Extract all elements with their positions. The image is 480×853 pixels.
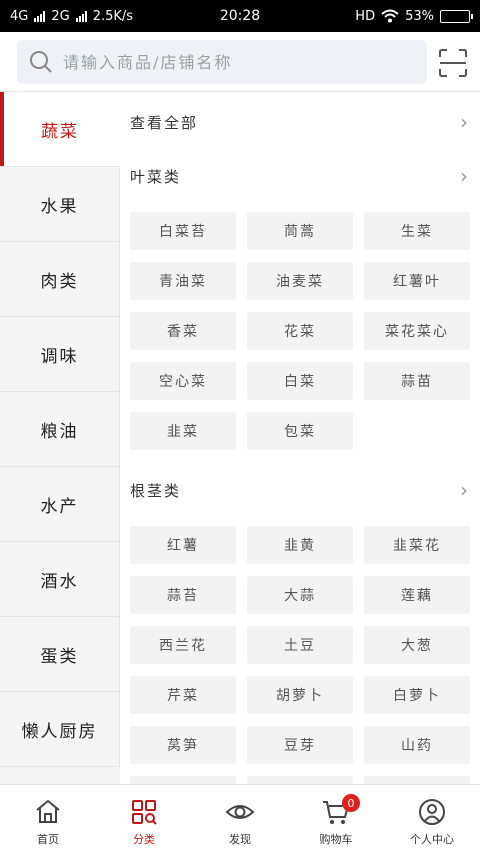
- status-bar: 4G 2G 2.5K/s 20:28 HD 53%: [0, 0, 480, 32]
- tab-item[interactable]: 发现: [192, 785, 288, 853]
- tab-item[interactable]: 首页: [0, 785, 96, 853]
- sidebar-item-label: 水产: [40, 496, 79, 517]
- sidebar-item[interactable]: 调味: [0, 317, 120, 392]
- chevron-right-icon: ›: [460, 164, 470, 188]
- signal-icon: [75, 10, 87, 22]
- category-content: 查看全部 › 叶菜类 › 白菜苔 茼蒿 生菜青油菜 油麦菜 红薯叶香菜 花菜 菜花菜心空心菜 白菜…: [120, 92, 480, 784]
- sidebar-item[interactable]: 酒水: [0, 542, 120, 617]
- sidebar-item-label: 懒人厨房: [21, 721, 98, 742]
- tab-item[interactable]: 分类: [96, 785, 192, 853]
- sidebar-item[interactable]: 懒人厨房: [0, 692, 120, 767]
- bottom-tab-bar: 首页 分类 发现 购物车 0 个人中心: [0, 784, 480, 853]
- subcategory-chip[interactable]: 西兰花: [130, 626, 236, 664]
- status-right: HD 53%: [300, 8, 473, 24]
- hd-indicator: HD: [355, 8, 376, 24]
- sidebar-item[interactable]: 水果: [0, 167, 120, 242]
- subcategory-chip[interactable]: 白菜苔: [130, 212, 236, 250]
- subcategory-chip[interactable]: 蒜苔: [130, 576, 236, 614]
- network-type-1: 4G: [10, 8, 29, 24]
- subcategory-chip[interactable]: 豆芽: [247, 726, 353, 764]
- sidebar-item[interactable]: 粮油: [0, 392, 120, 467]
- tab-label: 分类: [133, 833, 155, 846]
- category-icon: [132, 800, 157, 825]
- subcategory-chip[interactable]: 青笋: [130, 776, 236, 784]
- subcategory-chip[interactable]: 菜花菜心: [364, 312, 470, 350]
- subcategory-chip[interactable]: 油麦菜: [247, 262, 353, 300]
- item-grid: 红薯韭黄韭菜花蒜苔大蒜莲藕西兰花土豆大葱芹菜胡萝卜白萝卜莴笋豆芽山药青笋 西芹菜 洋…: [120, 514, 480, 784]
- network-speed: 2.5K/s: [92, 8, 134, 24]
- subcategory-chip[interactable]: 红薯: [130, 526, 236, 564]
- signal-icon: [34, 10, 46, 22]
- sidebar-item[interactable]: 蛋类: [0, 617, 120, 692]
- view-all-row[interactable]: 查看全部 ›: [120, 92, 480, 152]
- tab-label: 购物车: [319, 833, 353, 846]
- subcategory-chip[interactable]: 空心菜: [130, 362, 236, 400]
- tab-label: 发现: [229, 833, 251, 846]
- subcategory-chip[interactable]: 红薯叶: [364, 262, 470, 300]
- section-header[interactable]: 叶菜类 ›: [120, 152, 480, 200]
- subcategory-chip[interactable]: 土豆: [247, 626, 353, 664]
- subcategory-chip[interactable]: 韭菜: [130, 412, 236, 450]
- chevron-right-icon: ›: [460, 110, 470, 134]
- subcategory-chip[interactable]: 生菜: [364, 212, 470, 250]
- network-type-2: 2G: [51, 8, 70, 24]
- tab-label: 个人中心: [410, 833, 454, 846]
- sidebar-item-label: 蛋类: [40, 646, 79, 667]
- subcategory-chip[interactable]: 蒜苗: [364, 362, 470, 400]
- item-grid: 白菜苔 茼蒿 生菜青油菜 油麦菜 红薯叶香菜 花菜 菜花菜心空心菜 白菜 蒜苗韭菜 包菜: [120, 200, 480, 466]
- subcategory-chip[interactable]: 韭菜花: [364, 526, 470, 564]
- eye-icon: [225, 805, 255, 819]
- section-title: 叶菜类: [130, 167, 182, 186]
- subcategory-chip[interactable]: 茼蒿: [247, 212, 353, 250]
- subcategory-chip[interactable]: 莴笋: [130, 726, 236, 764]
- sidebar-item-label: 调味: [40, 346, 79, 367]
- user-icon: [419, 799, 445, 825]
- category-sidebar: 蔬菜水果肉类调味粮油水产酒水蛋类懒人厨房: [0, 92, 120, 784]
- wifi-icon: [381, 9, 399, 23]
- subcategory-chip[interactable]: 白菜: [247, 362, 353, 400]
- section-header[interactable]: 根茎类 ›: [120, 466, 480, 514]
- sidebar-item[interactable]: 蔬菜: [0, 92, 120, 167]
- sidebar-item-label: 蔬菜: [41, 121, 79, 142]
- status-left: 4G 2G 2.5K/s: [10, 9, 180, 24]
- search-box[interactable]: [17, 40, 427, 84]
- subcategory-chip[interactable]: 韭黄: [247, 526, 353, 564]
- tab-item[interactable]: 个人中心: [384, 785, 480, 853]
- subcategory-chip[interactable]: 包菜: [247, 412, 353, 450]
- subcategory-chip[interactable]: 白萝卜: [364, 676, 470, 714]
- sidebar-item-label: 酒水: [40, 571, 79, 592]
- subcategory-chip[interactable]: 西芹菜: [247, 776, 353, 784]
- home-icon: [36, 799, 60, 823]
- subcategory-chip[interactable]: 胡萝卜: [247, 676, 353, 714]
- cart-count-badge: 0: [342, 794, 360, 812]
- battery-icon: [440, 9, 473, 23]
- subcategory-chip[interactable]: 花菜: [247, 312, 353, 350]
- subcategory-chip[interactable]: 洋葱: [364, 776, 470, 784]
- subcategory-chip[interactable]: 青油菜: [130, 262, 236, 300]
- subcategory-chip[interactable]: 香菜: [130, 312, 236, 350]
- view-all-label: 查看全部: [130, 113, 199, 132]
- subcategory-chip[interactable]: 大葱: [364, 626, 470, 664]
- sidebar-item-label: 肉类: [40, 271, 79, 292]
- subcategory-chip[interactable]: 山药: [364, 726, 470, 764]
- tab-label: 首页: [37, 833, 59, 846]
- sidebar-item-label: 粮油: [40, 421, 79, 442]
- chevron-right-icon: ›: [460, 478, 470, 502]
- scan-icon[interactable]: [438, 48, 468, 78]
- search-input[interactable]: [63, 52, 393, 72]
- sidebar-item[interactable]: 肉类: [0, 242, 120, 317]
- subcategory-chip[interactable]: 大蒜: [247, 576, 353, 614]
- section-title: 根茎类: [130, 481, 182, 500]
- subcategory-chip[interactable]: 芹菜: [130, 676, 236, 714]
- subcategory-chip[interactable]: 莲藕: [364, 576, 470, 614]
- search-icon: [30, 51, 52, 73]
- clock: 20:28: [219, 8, 261, 24]
- sidebar-item[interactable]: 水产: [0, 467, 120, 542]
- sidebar-item-label: 水果: [40, 196, 79, 217]
- search-header: [0, 32, 480, 92]
- tab-item[interactable]: 购物车 0: [288, 785, 384, 853]
- battery-percent: 53%: [405, 8, 434, 24]
